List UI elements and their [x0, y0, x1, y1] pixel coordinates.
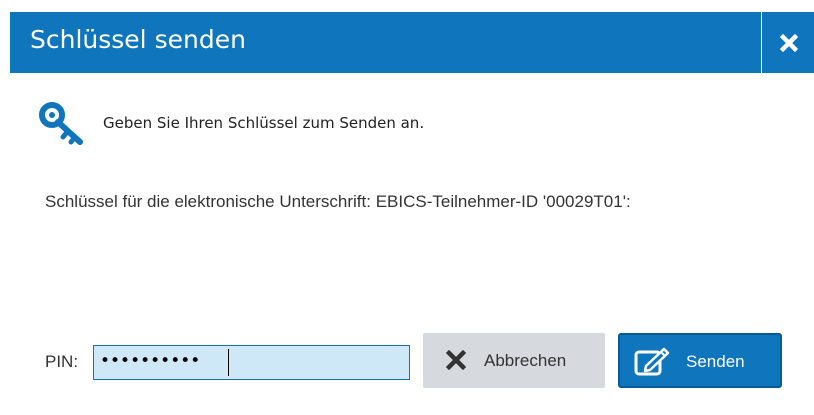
cancel-button[interactable]: Abbrechen [423, 333, 605, 388]
pin-input[interactable]: •••••••••• [93, 345, 410, 380]
close-icon [780, 34, 798, 52]
edit-icon [634, 347, 670, 376]
close-button[interactable] [762, 12, 814, 73]
cancel-button-label: Abbrechen [484, 351, 567, 370]
key-info-text: Schlüssel für die elektronische Untersch… [45, 192, 631, 211]
x-icon [446, 350, 466, 370]
key-icon [39, 102, 83, 145]
dialog-titlebar: Schlüssel senden [10, 12, 814, 73]
dialog-title: Schlüssel senden [30, 25, 246, 54]
send-button[interactable]: Senden [618, 333, 782, 388]
pin-masked-value: •••••••••• [100, 351, 201, 371]
send-button-label: Senden [686, 352, 745, 371]
pin-label: PIN: [45, 352, 79, 371]
text-caret [228, 349, 229, 376]
send-key-dialog: Schlüssel senden Geben Sie Ihren Schlüss… [0, 0, 814, 415]
intro-text: Geben Sie Ihren Schlüssel zum Senden an. [103, 114, 425, 132]
